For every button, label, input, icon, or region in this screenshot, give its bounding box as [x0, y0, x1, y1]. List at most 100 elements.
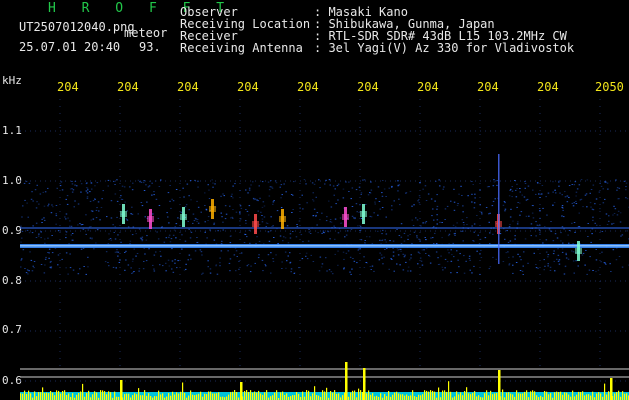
noise-pixel: [421, 264, 424, 266]
noise-pixel: [301, 258, 304, 260]
noise-pixel: [69, 267, 72, 269]
noise-pixel: [493, 181, 495, 183]
noise-pixel: [127, 264, 130, 266]
noise-pixel: [469, 269, 471, 271]
noise-pixel: [446, 205, 449, 207]
noise-pixel: [38, 203, 40, 205]
detection-bar-peak: [345, 362, 348, 400]
noise-pixel: [238, 260, 240, 262]
noise-pixel: [562, 209, 564, 211]
noise-pixel: [51, 204, 53, 206]
detection-bar: [572, 390, 574, 400]
meteor-echo-head: [279, 216, 286, 222]
noise-pixel: [418, 202, 421, 204]
noise-pixel: [514, 235, 516, 237]
noise-pixel: [272, 225, 274, 227]
noise-pixel: [30, 259, 33, 261]
noise-pixel: [55, 205, 58, 206]
noise-pixel: [48, 248, 51, 250]
noise-pixel: [543, 269, 545, 271]
noise-pixel: [510, 208, 512, 210]
noise-pixel: [21, 258, 23, 260]
noise-pixel: [27, 273, 29, 275]
noise-pixel: [243, 242, 246, 243]
noise-pixel: [89, 237, 92, 239]
noise-pixel: [554, 190, 556, 191]
noise-pixel: [172, 271, 175, 273]
noise-pixel: [392, 240, 395, 242]
detection-bar: [156, 396, 158, 400]
detection-bar: [36, 396, 38, 400]
detection-bar: [598, 392, 600, 400]
noise-pixel: [125, 218, 127, 220]
noise-pixel: [305, 252, 308, 254]
noise-pixel: [160, 255, 162, 257]
x-tick-label: 204: [177, 80, 199, 94]
detection-bar: [350, 392, 352, 400]
y-tick-label: 1.0: [2, 174, 22, 187]
noise-pixel: [405, 261, 407, 263]
noise-pixel: [382, 229, 384, 231]
detection-bar: [216, 393, 218, 400]
noise-pixel: [514, 180, 516, 181]
noise-pixel: [41, 218, 44, 220]
noise-pixel: [564, 191, 566, 193]
noise-pixel: [71, 180, 73, 182]
noise-pixel: [267, 254, 270, 256]
noise-pixel: [315, 214, 317, 216]
detection-bar: [470, 394, 472, 400]
noise-pixel: [369, 215, 371, 217]
noise-pixel: [411, 219, 413, 221]
noise-pixel: [114, 238, 117, 240]
noise-pixel: [239, 211, 241, 213]
noise-pixel: [77, 203, 80, 205]
noise-pixel: [396, 229, 398, 230]
noise-pixel: [118, 262, 121, 263]
noise-pixel: [168, 265, 171, 267]
noise-pixel: [342, 188, 345, 190]
noise-pixel: [504, 208, 507, 210]
noise-pixel: [489, 212, 491, 214]
detection-bar: [418, 394, 420, 400]
noise-pixel: [67, 273, 69, 275]
detection-bar: [438, 387, 440, 400]
noise-pixel: [587, 236, 589, 237]
noise-pixel: [188, 254, 191, 256]
noise-pixel: [591, 233, 593, 235]
detection-bar: [302, 391, 304, 400]
noise-pixel: [397, 254, 400, 256]
noise-pixel: [192, 213, 195, 215]
detection-bar: [358, 388, 360, 400]
noise-pixel: [281, 268, 283, 269]
noise-pixel: [209, 229, 211, 231]
detection-bar: [40, 392, 42, 400]
noise-pixel: [357, 248, 360, 250]
noise-pixel: [616, 214, 619, 216]
detection-bar: [94, 391, 96, 400]
noise-pixel: [289, 233, 292, 235]
noise-pixel: [258, 254, 260, 256]
noise-pixel: [539, 197, 541, 198]
noise-pixel: [309, 233, 312, 234]
noise-pixel: [422, 222, 424, 224]
noise-pixel: [245, 189, 247, 191]
noise-pixel: [385, 196, 387, 197]
noise-pixel: [249, 271, 252, 273]
noise-pixel: [578, 226, 581, 228]
noise-pixel: [271, 187, 274, 189]
noise-pixel: [399, 264, 401, 266]
noise-pixel: [55, 213, 57, 215]
detection-bar: [236, 392, 238, 400]
noise-pixel: [171, 198, 173, 200]
noise-pixel: [257, 210, 259, 212]
noise-pixel: [353, 260, 356, 262]
noise-pixel: [550, 230, 553, 232]
noise-pixel: [453, 256, 455, 258]
noise-pixel: [456, 205, 459, 206]
noise-pixel: [125, 250, 127, 252]
noise-pixel: [379, 252, 381, 254]
noise-pixel: [504, 210, 506, 212]
noise-pixel: [571, 250, 573, 252]
detection-bar: [466, 387, 468, 400]
noise-pixel: [166, 212, 168, 214]
